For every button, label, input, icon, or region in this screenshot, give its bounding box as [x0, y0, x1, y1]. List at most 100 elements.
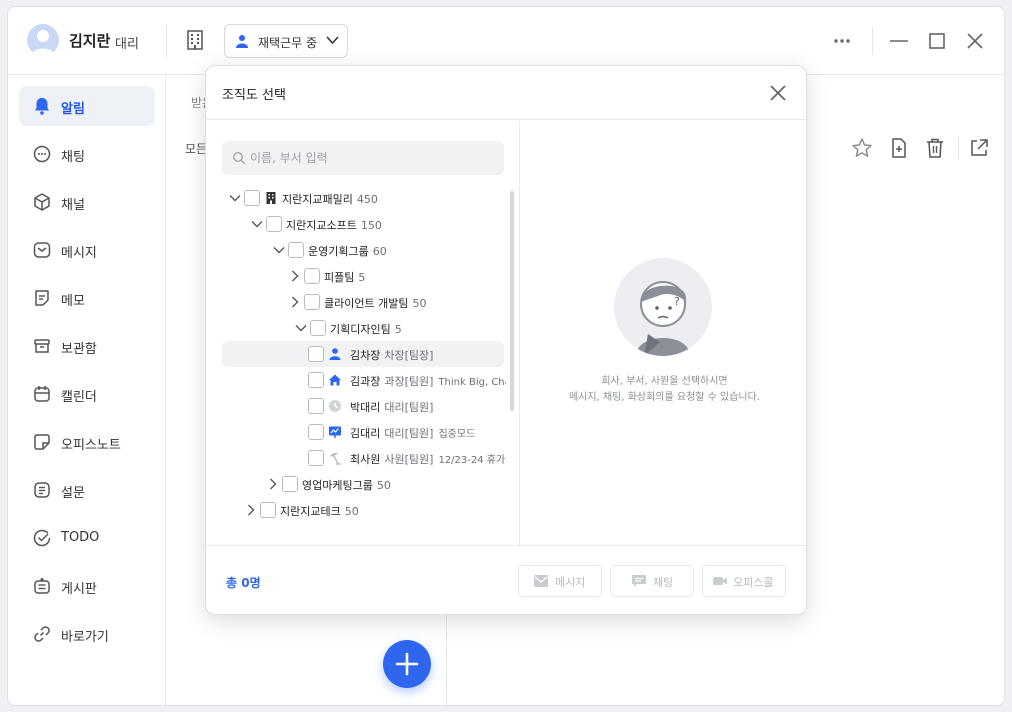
- checkbox[interactable]: [260, 502, 276, 518]
- checkbox[interactable]: [308, 424, 324, 440]
- chevron-down-icon[interactable]: [294, 321, 308, 335]
- checkbox[interactable]: [244, 190, 260, 206]
- divider: [872, 27, 873, 55]
- tree-row-member[interactable]: 박대리 대리[팀원]: [222, 393, 504, 419]
- scrollbar[interactable]: [510, 191, 514, 411]
- tree-row-people-team[interactable]: 피플팀 5: [222, 263, 504, 289]
- sidebar-item-survey[interactable]: 설문: [19, 470, 155, 510]
- chevron-right-icon[interactable]: [244, 503, 258, 517]
- sidebar-item-archive[interactable]: 보관함: [19, 326, 155, 366]
- external-link-icon[interactable]: [968, 137, 990, 159]
- person-icon: [329, 348, 341, 360]
- sticky-note-icon: [34, 434, 50, 450]
- checkbox[interactable]: [304, 294, 320, 310]
- sidebar-item-alarm[interactable]: 알림: [19, 86, 155, 126]
- close-icon[interactable]: [964, 30, 986, 52]
- sidebar-item-todo[interactable]: TODO: [19, 518, 155, 558]
- checkbox[interactable]: [308, 346, 324, 362]
- checkbox[interactable]: [282, 476, 298, 492]
- checkbox[interactable]: [288, 242, 304, 258]
- tree-node-label: 운영기획그룹 60: [308, 245, 387, 258]
- sidebar-item-label: 메시지: [61, 246, 97, 261]
- tree-row-member[interactable]: 최사원 사원[팀원] 12/23-24 휴가: [222, 445, 505, 471]
- tree-row-ops-group[interactable]: 운영기획그룹 60: [222, 237, 504, 263]
- tree-row-design-team[interactable]: 기획디자인팀 5: [222, 315, 504, 341]
- tree-node-label: 지란지교소프트 150: [286, 219, 382, 232]
- clock-icon: [329, 400, 341, 412]
- modal-header: 조직도 선택: [206, 66, 806, 120]
- tree-row-member[interactable]: 김과장 과장[팀원] Think Big, Cha: [222, 367, 506, 393]
- chat-button[interactable]: 채팅: [610, 565, 694, 597]
- tree-node-label: 지란지교패밀리 450: [282, 193, 378, 206]
- add-button[interactable]: [383, 640, 431, 688]
- tree-row-tech[interactable]: 지란지교테크 50: [222, 497, 504, 523]
- maximize-icon[interactable]: [926, 30, 948, 52]
- selected-count: 총 0명: [226, 576, 261, 590]
- home-icon: [329, 374, 341, 386]
- more-icon[interactable]: [831, 30, 853, 52]
- sidebar-item-memo[interactable]: 메모: [19, 278, 155, 318]
- officecall-button[interactable]: 오피스콜: [702, 565, 786, 597]
- sidebar-item-board[interactable]: 게시판: [19, 566, 155, 606]
- sidebar-item-label: 오피스노트: [61, 438, 121, 453]
- chevron-down-icon[interactable]: [272, 243, 286, 257]
- checkbox[interactable]: [266, 216, 282, 232]
- sidebar-item-shortcut[interactable]: 바로가기: [19, 614, 155, 654]
- org-chart-modal: 조직도 선택 지란지교패밀리450 지란지교소프트150: [205, 65, 807, 615]
- sidebar-item-chat[interactable]: 채팅: [19, 134, 155, 174]
- org-tree: 지란지교패밀리450 지란지교소프트150 운영기획그룹60 피플팀5: [206, 185, 506, 535]
- board-icon: [34, 578, 50, 594]
- chevron-right-icon[interactable]: [288, 269, 302, 283]
- tree-node-label: 지란지교테크 50: [280, 505, 359, 518]
- chat-bubble-icon: [632, 575, 646, 587]
- checkbox[interactable]: [308, 372, 324, 388]
- trash-icon[interactable]: [924, 137, 946, 159]
- tree-row-family[interactable]: 지란지교패밀리 450: [222, 185, 504, 211]
- sidebar-item-calendar[interactable]: 캘린더: [19, 374, 155, 414]
- sidebar-item-label: 채팅: [61, 150, 85, 165]
- tree-row-member[interactable]: 김대리 대리[팀원] 집중모드: [222, 419, 504, 445]
- add-file-icon[interactable]: [888, 137, 910, 159]
- tree-node-label: 김과장 과장[팀원] Think Big, Cha: [350, 375, 506, 388]
- filter-all[interactable]: 모든: [185, 140, 207, 157]
- tree-node-label: 클라이언트 개발팀 50: [324, 297, 427, 310]
- tree-row-sales-group[interactable]: 영업마케팅그룹 50: [222, 471, 504, 497]
- avatar[interactable]: [27, 24, 59, 56]
- checkbox[interactable]: [310, 320, 326, 336]
- tree-node-label: 기획디자인팀 5: [330, 323, 402, 336]
- cube-icon: [34, 193, 50, 211]
- message-button[interactable]: 메시지: [518, 565, 602, 597]
- tree-row-client-dev[interactable]: 클라이언트 개발팀 50: [222, 289, 504, 315]
- sidebar-item-label: 보관함: [61, 342, 97, 357]
- checkbox[interactable]: [308, 398, 324, 414]
- sidebar-item-label: TODO: [61, 530, 100, 545]
- chevron-down-icon[interactable]: [228, 191, 242, 205]
- survey-list-icon: [34, 482, 50, 498]
- chevron-down-icon[interactable]: [250, 217, 264, 231]
- sidebar-item-label: 채널: [61, 198, 85, 213]
- building-icon: [266, 192, 276, 204]
- star-icon[interactable]: [851, 137, 873, 159]
- empty-state-hint: 회사, 부서, 사원을 선택하시면 메시지, 채팅, 화상회의를 요청할 수 있…: [568, 376, 761, 403]
- sidebar-item-label: 캘린더: [61, 390, 97, 405]
- tree-row-member[interactable]: 김차장 차장[팀장]: [222, 341, 504, 367]
- sidebar-item-officenote[interactable]: 오피스노트: [19, 422, 155, 462]
- checkbox[interactable]: [308, 450, 324, 466]
- confused-person-icon: ?: [636, 281, 690, 356]
- sidebar-item-channel[interactable]: 채널: [19, 182, 155, 222]
- org-chart-icon[interactable]: [184, 29, 206, 51]
- checkbox[interactable]: [304, 268, 320, 284]
- search-input[interactable]: [250, 141, 500, 175]
- sidebar-item-message[interactable]: 메시지: [19, 230, 155, 270]
- envelope-icon: [33, 242, 51, 258]
- minimize-icon[interactable]: [888, 30, 910, 52]
- link-icon: [34, 626, 50, 642]
- svg-text:?: ?: [674, 295, 680, 308]
- status-dropdown[interactable]: 재택근무 중: [224, 24, 348, 58]
- chevron-right-icon[interactable]: [288, 295, 302, 309]
- envelope-icon: [534, 575, 548, 587]
- tree-row-soft[interactable]: 지란지교소프트 150: [222, 211, 504, 237]
- search-icon: [232, 151, 246, 165]
- close-icon[interactable]: [767, 82, 789, 104]
- chevron-right-icon[interactable]: [266, 477, 280, 491]
